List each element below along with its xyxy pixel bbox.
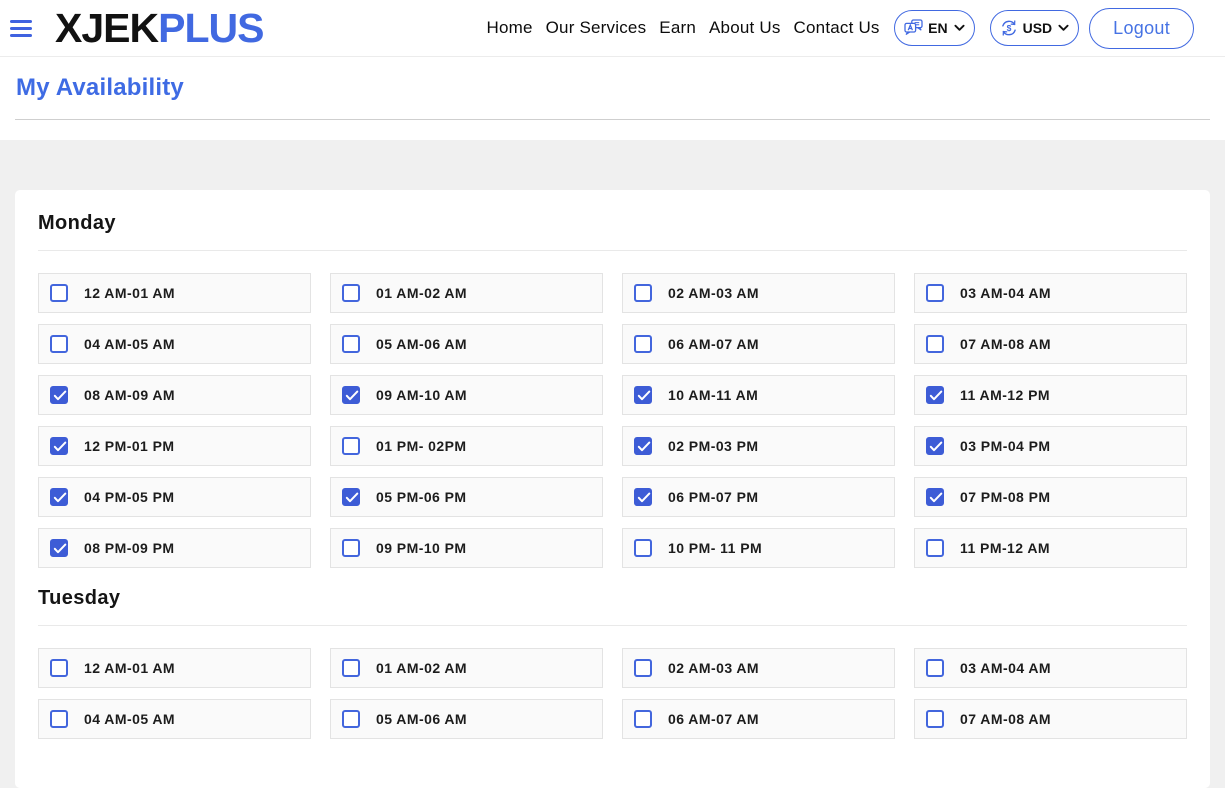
svg-text:$: $ [1006, 23, 1011, 33]
